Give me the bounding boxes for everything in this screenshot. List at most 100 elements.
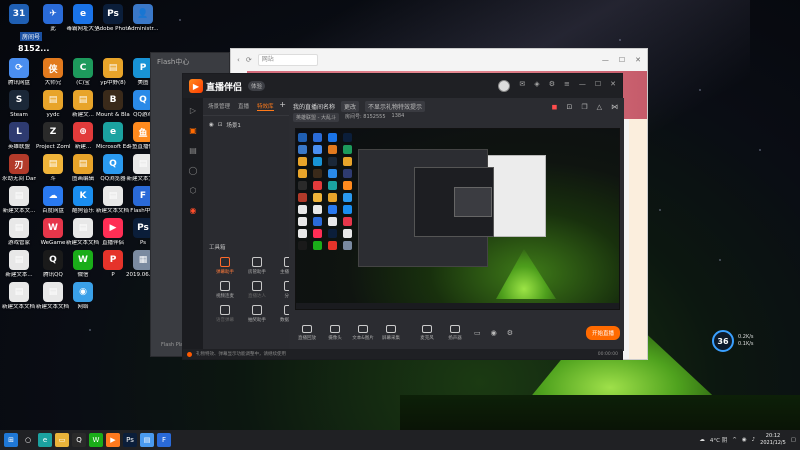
desktop-icon[interactable]: ▤ 游戏管家 <box>2 218 36 247</box>
source-button[interactable]: 屏幕采集 <box>379 325 403 341</box>
notification-icon[interactable]: ▢ <box>791 437 796 443</box>
weather-icon[interactable]: ☁ <box>699 437 705 443</box>
camera-icon[interactable]: ▭ <box>474 329 481 337</box>
address-bar[interactable]: 网站 <box>257 54 318 66</box>
desktop-icon[interactable]: ▤ 斗 <box>36 154 70 183</box>
record-icon[interactable]: ◼ <box>552 103 558 111</box>
desktop-icon[interactable]: e Microsoft Edge <box>96 122 130 151</box>
lock-icon[interactable]: ⊡ <box>218 122 223 128</box>
refresh-icon[interactable]: ⟳ <box>246 56 252 64</box>
desktop-icon[interactable]: ✈ 此 <box>36 4 70 33</box>
toolbox-item[interactable]: 直播达人 <box>241 281 273 299</box>
rail-scene-icon[interactable]: ▣ <box>188 126 198 136</box>
flash-icon[interactable]: F <box>157 433 171 447</box>
avatar[interactable] <box>498 80 511 92</box>
desktop-icon[interactable]: W WeGame <box>36 218 70 247</box>
desktop-icon[interactable]: C (C)宝 <box>66 58 100 87</box>
desktop-icon[interactable]: ◉ 网络 <box>66 282 100 311</box>
desktop-icon[interactable]: Q QQ浏览器 <box>96 154 130 183</box>
back-icon[interactable]: ‹ <box>237 56 240 64</box>
source-button[interactable]: 直播回放 <box>295 325 319 341</box>
close-icon[interactable]: ✕ <box>610 80 616 92</box>
toolbox-item[interactable]: 弹幕助手 <box>209 257 241 275</box>
category-chip[interactable]: 英雄联盟 - 大乱斗 <box>293 113 339 122</box>
close-icon[interactable]: ✕ <box>635 56 641 64</box>
rail-alert-icon[interactable]: ◉ <box>188 206 198 216</box>
toolbox-item[interactable]: 语音弹幕 <box>209 305 241 323</box>
desktop-icon[interactable]: 31 <box>2 4 36 26</box>
maximize-icon[interactable]: ☐ <box>619 56 625 64</box>
desktop-icon[interactable]: e 毒霸网址大全 <box>66 4 100 33</box>
desktop-icon[interactable]: S Steam <box>2 90 36 119</box>
source-button[interactable]: 摄像头 <box>323 325 347 341</box>
edit-title-button[interactable]: 更改 <box>341 101 360 112</box>
desktop-icon[interactable]: ▤ 新建文... <box>66 90 100 119</box>
qq-icon[interactable]: Q <box>72 433 86 447</box>
doc-icon[interactable]: ▤ <box>140 433 154 447</box>
live-app-icon[interactable]: ▶ <box>106 433 120 447</box>
desktop-icon[interactable]: ▤ 新建文本文... <box>2 186 36 215</box>
explorer-icon[interactable]: ▭ <box>55 433 69 447</box>
network-widget[interactable]: 36 0.2K/s 0.1K/s <box>712 330 754 352</box>
eye-icon[interactable]: ◉ <box>491 329 497 337</box>
desktop-icon[interactable]: 👤 Administr... <box>126 4 160 33</box>
desktop-icon[interactable]: ▤ 新建文本文档 (3) <box>66 218 100 247</box>
wechat-icon[interactable]: W <box>89 433 103 447</box>
eye-icon[interactable]: ◉ <box>209 122 214 128</box>
desktop-icon[interactable]: PP <box>96 250 130 279</box>
desktop-icon[interactable]: ▤ yp中野(8) <box>96 58 130 87</box>
desktop-icon[interactable]: K 酷狗音乐 <box>66 186 100 215</box>
minimize-icon[interactable]: — <box>579 80 586 92</box>
toolbox-item[interactable]: 视频连麦 <box>209 281 241 299</box>
tray-arrow-icon[interactable]: ^ <box>732 437 737 443</box>
start-icon[interactable]: ⊞ <box>4 433 18 447</box>
desktop-icon[interactable]: 侠大师兄 <box>36 58 70 87</box>
minimize-icon[interactable]: — <box>602 56 609 64</box>
rail-play-icon[interactable]: ▷ <box>188 106 198 116</box>
bell-icon[interactable]: △ <box>597 103 602 111</box>
desktop-icon[interactable]: Ps Adobe Photosh... <box>96 4 130 33</box>
desktop-icon[interactable]: ▤ 新建文本文档 (2) <box>96 186 130 215</box>
desktop-icon[interactable]: 刃永劫无间 Dance of Fir... <box>2 154 36 183</box>
rail-shield-icon[interactable]: ⬡ <box>188 186 198 196</box>
desktop-icon[interactable]: ☁ 百度网盘 <box>36 186 70 215</box>
source-button[interactable]: 扬声器 <box>443 325 467 341</box>
desktop-icon[interactable]: ▶ 直播伴侣 <box>96 218 130 247</box>
source-button[interactable]: 麦克风 <box>415 325 439 341</box>
maximize-icon[interactable]: ☐ <box>595 80 601 92</box>
scene-tab[interactable]: 特效库 <box>257 102 274 111</box>
desktop-icon[interactable]: W 微信 <box>66 250 100 279</box>
live-companion-window[interactable]: ▶ 直播伴侣 体验 ✉ ◈ ⚙ ≡ — ☐ ✕ ▷ ▣ ▤ ◯ ⬡ ◉ 场景管理… <box>182 73 624 360</box>
desktop-icon[interactable]: Q 腾讯QQ <box>36 250 70 279</box>
desktop-icon[interactable]: ▤ 新建文本文档 (7) <box>36 282 70 311</box>
rail-chat-icon[interactable]: ▤ <box>188 146 198 156</box>
stream-preview[interactable] <box>295 128 620 310</box>
volume-icon[interactable]: ♪ <box>752 437 756 443</box>
settings-icon[interactable]: ⚙ <box>549 80 555 92</box>
edge-icon[interactable]: e <box>38 433 52 447</box>
desktop-icon[interactable]: Z Project Zomboid <box>36 122 70 151</box>
toolbox-item[interactable]: 房管助手 <box>241 257 273 275</box>
desktop-icon[interactable]: L 英雄联盟 <box>2 122 36 151</box>
desktop-icon[interactable]: ⟳ 腾讯网盘 <box>2 58 36 87</box>
scene-row[interactable]: ◉ ⊡ 场景1 <box>203 116 289 134</box>
message-icon[interactable]: ✉ <box>519 80 525 92</box>
desktop-icon[interactable]: B Mount & Blade II... <box>96 90 130 119</box>
desktop-icon[interactable]: ⊕ 新建... <box>66 122 100 151</box>
toolbox-item[interactable]: 抽奖助手 <box>241 305 273 323</box>
skin-icon[interactable]: ◈ <box>534 80 539 92</box>
lock-icon[interactable]: ⊡ <box>566 103 572 111</box>
go-live-button[interactable]: 开始直播 <box>585 326 620 340</box>
effect-toggle[interactable]: 不显示礼物特效提示 <box>365 101 426 112</box>
clock[interactable]: 20:12 2021/12/5 <box>760 433 786 447</box>
share-icon[interactable]: ⋈ <box>611 103 618 111</box>
source-button[interactable]: 文本&图片 <box>351 325 375 341</box>
add-scene-button[interactable]: + <box>279 100 286 109</box>
desktop-icon[interactable]: ▤ 新建文本文档 (4) <box>2 282 36 311</box>
ps-icon[interactable]: Ps <box>123 433 137 447</box>
search-icon[interactable]: ○ <box>21 433 35 447</box>
scene-tab[interactable]: 直播 <box>238 102 249 111</box>
network-icon[interactable]: ◉ <box>742 437 747 443</box>
desktop-icon[interactable]: ▤ yydc <box>36 90 70 119</box>
scene-tab[interactable]: 场景管理 <box>208 102 230 111</box>
